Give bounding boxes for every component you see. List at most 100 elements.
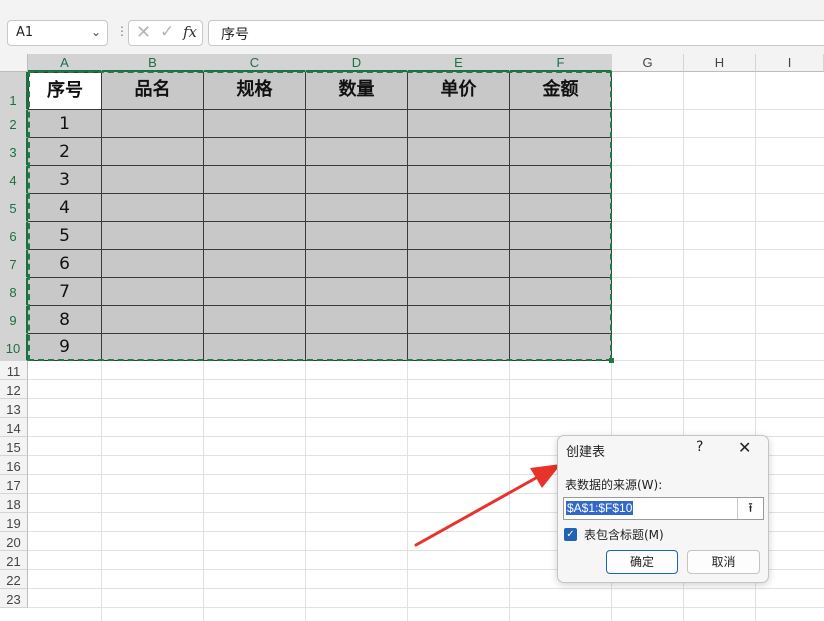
row-header[interactable]: 20 (0, 532, 28, 551)
row-header[interactable]: 3 (0, 138, 28, 166)
row-header[interactable]: 19 (0, 513, 28, 532)
row-header[interactable]: 22 (0, 570, 28, 589)
table-cell[interactable] (510, 138, 612, 166)
serial-cell[interactable]: 2 (28, 138, 102, 166)
row-header[interactable]: 13 (0, 399, 28, 418)
table-header-cell[interactable]: 金额 (510, 72, 612, 110)
row-header[interactable]: 2 (0, 110, 28, 138)
table-cell[interactable] (204, 166, 306, 194)
ok-button[interactable]: 确定 (606, 550, 678, 574)
column-header[interactable]: F (510, 54, 612, 72)
table-cell[interactable] (102, 166, 204, 194)
table-cell[interactable] (102, 194, 204, 222)
help-icon[interactable]: ? (696, 439, 703, 455)
insert-function-icon[interactable]: fx (183, 23, 197, 41)
table-cell[interactable] (408, 138, 510, 166)
row-header[interactable]: 6 (0, 222, 28, 250)
row-header[interactable]: 14 (0, 418, 28, 437)
table-header-cell[interactable]: 规格 (204, 72, 306, 110)
serial-cell[interactable]: 8 (28, 306, 102, 334)
table-cell[interactable] (510, 278, 612, 306)
table-cell[interactable] (306, 250, 408, 278)
serial-cell[interactable]: 5 (28, 222, 102, 250)
more-options-icon[interactable]: ⋮ (116, 24, 128, 38)
serial-cell[interactable]: 1 (28, 110, 102, 138)
has-headers-checkbox[interactable]: ✓ (564, 528, 577, 541)
table-cell[interactable] (510, 250, 612, 278)
row-header[interactable]: 7 (0, 250, 28, 278)
table-cell[interactable] (306, 222, 408, 250)
table-cell[interactable] (204, 278, 306, 306)
table-cell[interactable] (408, 222, 510, 250)
chevron-down-icon[interactable]: ⌄ (91, 25, 101, 39)
table-cell[interactable] (510, 222, 612, 250)
table-cell[interactable] (204, 110, 306, 138)
cancel-entry-icon[interactable]: ✕ (136, 22, 151, 43)
table-cell[interactable] (408, 306, 510, 334)
column-header[interactable]: D (306, 54, 408, 72)
table-cell[interactable] (306, 194, 408, 222)
table-header-cell[interactable]: 序号 (28, 72, 102, 110)
row-header[interactable]: 17 (0, 475, 28, 494)
row-header[interactable]: 1 (0, 72, 28, 110)
table-cell[interactable] (510, 194, 612, 222)
table-cell[interactable] (306, 138, 408, 166)
row-header[interactable]: 21 (0, 551, 28, 570)
column-header[interactable]: B (102, 54, 204, 72)
column-header[interactable]: H (684, 54, 756, 72)
table-cell[interactable] (510, 110, 612, 138)
table-cell[interactable] (102, 222, 204, 250)
table-cell[interactable] (306, 166, 408, 194)
select-all-corner[interactable] (0, 54, 28, 72)
name-box[interactable]: A1 ⌄ (7, 20, 108, 46)
row-header[interactable]: 12 (0, 380, 28, 399)
column-header[interactable]: E (408, 54, 510, 72)
row-header[interactable]: 5 (0, 194, 28, 222)
serial-cell[interactable]: 7 (28, 278, 102, 306)
close-icon[interactable]: ✕ (738, 438, 751, 457)
formula-input[interactable]: 序号 (208, 20, 824, 46)
table-cell[interactable] (408, 110, 510, 138)
cancel-button[interactable]: 取消 (687, 550, 760, 574)
selected-range[interactable]: 序号 品名 规格 数量 单价 金额 1 2 3 4 5 6 7 8 9 (28, 72, 612, 361)
table-cell[interactable] (408, 194, 510, 222)
table-cell[interactable] (204, 138, 306, 166)
row-header[interactable]: 9 (0, 306, 28, 334)
row-header[interactable]: 23 (0, 589, 28, 608)
table-cell[interactable] (408, 278, 510, 306)
table-cell[interactable] (102, 334, 204, 361)
table-cell[interactable] (102, 306, 204, 334)
serial-cell[interactable]: 3 (28, 166, 102, 194)
table-cell[interactable] (204, 194, 306, 222)
serial-cell[interactable]: 4 (28, 194, 102, 222)
column-header[interactable]: A (28, 54, 102, 72)
row-header[interactable]: 8 (0, 278, 28, 306)
row-header[interactable]: 4 (0, 166, 28, 194)
collapse-dialog-icon[interactable]: ⭱ (737, 498, 763, 519)
table-cell[interactable] (306, 306, 408, 334)
table-cell[interactable] (102, 110, 204, 138)
table-cell[interactable] (102, 250, 204, 278)
table-cell[interactable] (510, 166, 612, 194)
table-cell[interactable] (408, 334, 510, 361)
range-input[interactable]: $A$1:$F$10 ⭱ (563, 497, 764, 520)
table-cell[interactable] (102, 138, 204, 166)
table-header-cell[interactable]: 数量 (306, 72, 408, 110)
table-header-cell[interactable]: 单价 (408, 72, 510, 110)
table-cell[interactable] (306, 334, 408, 361)
row-header[interactable]: 11 (0, 361, 28, 380)
table-cell[interactable] (510, 306, 612, 334)
table-cell[interactable] (204, 250, 306, 278)
table-cell[interactable] (408, 166, 510, 194)
column-header[interactable]: C (204, 54, 306, 72)
table-cell[interactable] (510, 334, 612, 361)
row-header[interactable]: 10 (0, 334, 28, 361)
serial-cell[interactable]: 6 (28, 250, 102, 278)
fill-handle[interactable] (609, 358, 614, 363)
table-cell[interactable] (102, 278, 204, 306)
column-header[interactable]: G (612, 54, 684, 72)
column-header[interactable]: I (756, 54, 824, 72)
table-header-cell[interactable]: 品名 (102, 72, 204, 110)
row-header[interactable]: 15 (0, 437, 28, 456)
serial-cell[interactable]: 9 (28, 334, 102, 361)
